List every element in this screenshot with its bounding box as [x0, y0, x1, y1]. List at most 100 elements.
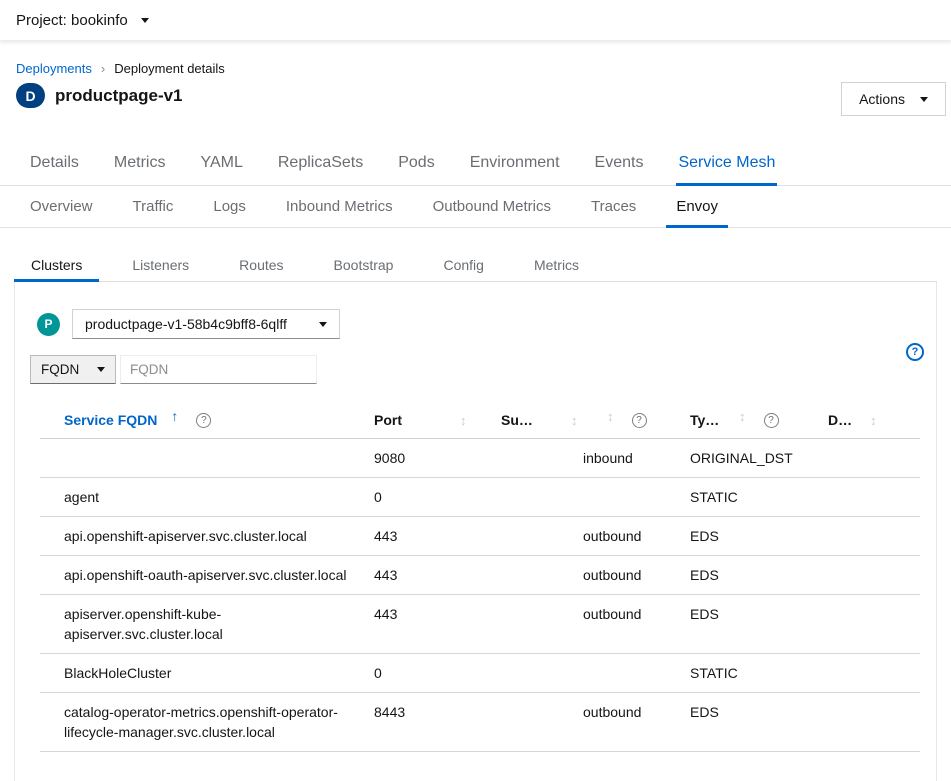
- column-subset[interactable]: Su…↕: [501, 408, 583, 439]
- tab-clusters[interactable]: Clusters: [14, 248, 99, 281]
- cell-type: EDS: [690, 556, 828, 595]
- cell-direction: outbound: [583, 556, 690, 595]
- cell-fqdn: catalog-operator-metrics.openshift-opera…: [40, 693, 374, 752]
- cell-destination-rule: [828, 439, 920, 478]
- tab-config[interactable]: Config: [426, 248, 500, 281]
- table-row: api.openshift-oauth-apiserver.svc.cluste…: [40, 556, 920, 595]
- cell-subset: [501, 439, 583, 478]
- cell-type: ORIGINAL_DST: [690, 439, 828, 478]
- breadcrumb: Deployments › Deployment details: [16, 61, 935, 76]
- column-help-icon[interactable]: ?: [764, 413, 779, 428]
- service-mesh-tabs: Overview Traffic Logs Inbound Metrics Ou…: [0, 186, 951, 228]
- tab-yaml[interactable]: YAML: [198, 140, 244, 185]
- tab-pods[interactable]: Pods: [396, 140, 436, 185]
- fqdn-filter-input[interactable]: [120, 355, 317, 384]
- tab-traffic[interactable]: Traffic: [123, 186, 184, 227]
- cell-direction: outbound: [583, 693, 690, 752]
- cell-type: EDS: [690, 693, 828, 752]
- cell-fqdn: BlackHoleCluster: [40, 654, 374, 693]
- filter-type-select[interactable]: FQDN: [30, 355, 116, 384]
- table-row: agent 0 STATIC: [40, 478, 920, 517]
- cell-subset: [501, 693, 583, 752]
- cell-fqdn: agent: [40, 478, 374, 517]
- tab-routes[interactable]: Routes: [222, 248, 300, 281]
- column-service-fqdn[interactable]: Service FQDN↑?: [40, 408, 374, 439]
- tab-events[interactable]: Events: [593, 140, 646, 185]
- cell-type: EDS: [690, 595, 828, 654]
- tab-envoy-metrics[interactable]: Metrics: [517, 248, 596, 281]
- sort-icon: ↕: [607, 409, 614, 424]
- cell-subset: [501, 556, 583, 595]
- tab-overview[interactable]: Overview: [20, 186, 103, 227]
- deployment-badge: D: [16, 83, 45, 108]
- tab-outbound-metrics[interactable]: Outbound Metrics: [423, 186, 561, 227]
- cell-port: 443: [374, 556, 501, 595]
- cell-port: 0: [374, 478, 501, 517]
- cell-direction: [583, 478, 690, 517]
- cell-type: EDS: [690, 517, 828, 556]
- cell-destination-rule: [828, 693, 920, 752]
- project-selector-bar: Project: bookinfo: [0, 0, 951, 41]
- cell-subset: [501, 595, 583, 654]
- project-selector[interactable]: Project: bookinfo: [16, 12, 149, 29]
- cell-subset: [501, 478, 583, 517]
- column-destination-rule[interactable]: D…↕: [828, 408, 920, 439]
- project-selector-label: Project: bookinfo: [16, 12, 128, 29]
- table-row: 9080 inbound ORIGINAL_DST: [40, 439, 920, 478]
- cell-fqdn: apiserver.openshift-kube-apiserver.svc.c…: [40, 595, 374, 654]
- table-row: BlackHoleCluster 0 STATIC: [40, 654, 920, 693]
- cell-destination-rule: [828, 556, 920, 595]
- clusters-card: P productpage-v1-58b4c9bff8-6qlff FQDN ?: [14, 282, 937, 781]
- title-row: D productpage-v1: [16, 83, 935, 108]
- cell-subset: [501, 517, 583, 556]
- table-row: catalog-operator-metrics.openshift-opera…: [40, 693, 920, 752]
- breadcrumb-separator-icon: ›: [101, 62, 105, 75]
- spacer: [0, 228, 951, 248]
- envoy-section: Clusters Listeners Routes Bootstrap Conf…: [14, 248, 937, 781]
- cell-type: STATIC: [690, 654, 828, 693]
- tab-bootstrap[interactable]: Bootstrap: [317, 248, 411, 281]
- column-port[interactable]: Port↕: [374, 408, 501, 439]
- cell-fqdn: api.openshift-apiserver.svc.cluster.loca…: [40, 517, 374, 556]
- main-tabs: Details Metrics YAML ReplicaSets Pods En…: [0, 140, 951, 186]
- page-header: Deployments › Deployment details D produ…: [0, 41, 951, 140]
- cell-port: 443: [374, 517, 501, 556]
- cell-destination-rule: [828, 517, 920, 556]
- filter-type-value: FQDN: [41, 362, 97, 377]
- help-icon[interactable]: ?: [906, 343, 924, 361]
- sort-icon: ↕: [870, 413, 877, 428]
- column-direction[interactable]: ↕?: [583, 408, 690, 439]
- tab-details[interactable]: Details: [28, 140, 81, 185]
- column-help-icon[interactable]: ?: [632, 413, 647, 428]
- sort-icon: ↕: [460, 413, 467, 428]
- tab-metrics[interactable]: Metrics: [112, 140, 168, 185]
- cell-type: STATIC: [690, 478, 828, 517]
- tab-environment[interactable]: Environment: [468, 140, 562, 185]
- tab-service-mesh[interactable]: Service Mesh: [676, 140, 777, 185]
- chevron-down-icon: [920, 97, 928, 102]
- envoy-tabs: Clusters Listeners Routes Bootstrap Conf…: [14, 248, 937, 282]
- sort-icon: ↕: [739, 409, 746, 424]
- tab-envoy[interactable]: Envoy: [666, 186, 728, 227]
- column-help-icon[interactable]: ?: [196, 413, 211, 428]
- chevron-down-icon: [97, 367, 105, 372]
- tab-logs[interactable]: Logs: [203, 186, 256, 227]
- tab-inbound-metrics[interactable]: Inbound Metrics: [276, 186, 403, 227]
- cell-port: 0: [374, 654, 501, 693]
- clusters-table: Service FQDN↑? Port↕ Su…↕ ↕? Ty…↕?: [40, 408, 920, 752]
- table-header-row: Service FQDN↑? Port↕ Su…↕ ↕? Ty…↕?: [40, 408, 920, 439]
- tab-replicasets[interactable]: ReplicaSets: [276, 140, 365, 185]
- sort-icon: ↕: [571, 413, 578, 428]
- chevron-down-icon: [141, 18, 149, 23]
- chevron-down-icon: [319, 322, 327, 327]
- cell-direction: outbound: [583, 595, 690, 654]
- tab-traces[interactable]: Traces: [581, 186, 646, 227]
- tab-listeners[interactable]: Listeners: [115, 248, 206, 281]
- pod-select[interactable]: productpage-v1-58b4c9bff8-6qlff: [72, 309, 340, 339]
- cell-destination-rule: [828, 654, 920, 693]
- deployment-details-page: Project: bookinfo Deployments › Deployme…: [0, 0, 951, 781]
- column-type[interactable]: Ty…↕?: [690, 408, 828, 439]
- breadcrumb-deployments-link[interactable]: Deployments: [16, 61, 92, 76]
- page-title: productpage-v1: [55, 86, 183, 106]
- actions-button[interactable]: Actions: [841, 82, 946, 116]
